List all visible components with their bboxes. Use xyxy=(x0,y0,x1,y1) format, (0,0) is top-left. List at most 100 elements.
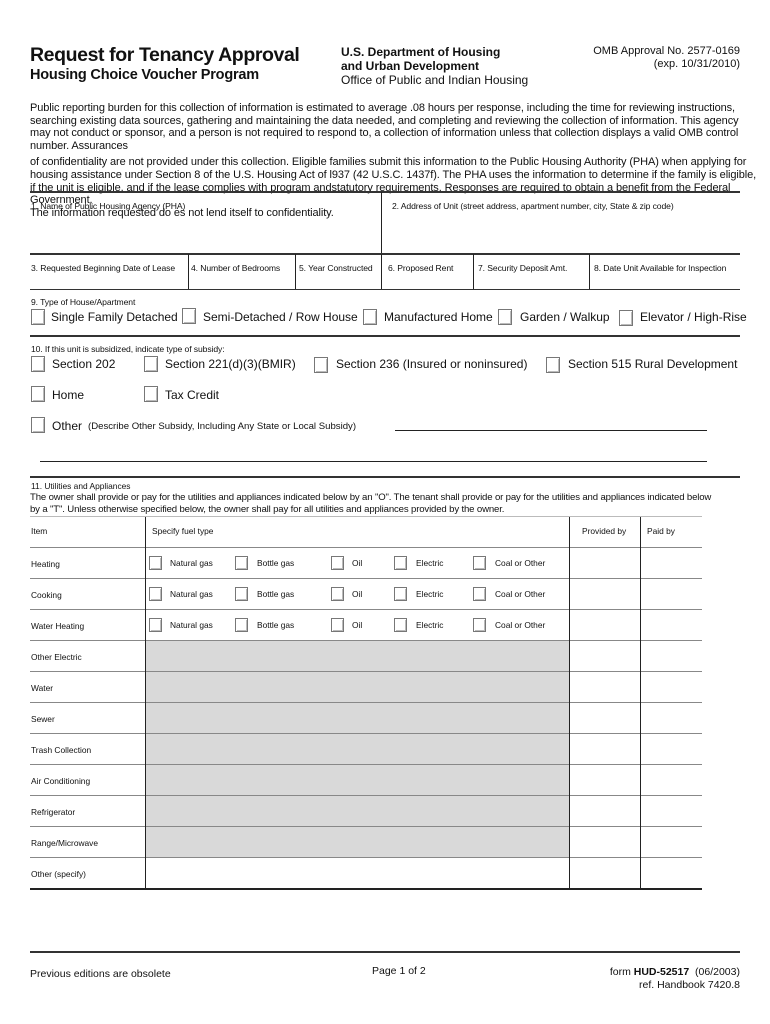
option-section-236: Section 236 (Insured or noninsured) xyxy=(336,357,528,371)
checkbox-water-heating-oil[interactable] xyxy=(331,618,344,632)
paid-by-field-cooking[interactable] xyxy=(642,581,700,608)
option-manufactured-home: Manufactured Home xyxy=(384,310,493,324)
checkbox-cooking-bottle-gas[interactable] xyxy=(235,587,248,601)
security-deposit-label: 7. Security Deposit Amt. xyxy=(478,263,568,273)
security-deposit-field[interactable] xyxy=(475,274,588,288)
table-row-divider xyxy=(30,857,702,858)
checkbox-other-subsidy[interactable] xyxy=(31,417,45,433)
provided-by-field-water-heating[interactable] xyxy=(571,612,638,639)
paid-by-field-air-conditioning[interactable] xyxy=(642,767,700,794)
pha-name-field[interactable] xyxy=(30,214,378,252)
other-specify-field[interactable] xyxy=(147,860,567,887)
paid-by-field-sewer[interactable] xyxy=(642,705,700,732)
fuel-option-bottle-gas: Bottle gas xyxy=(257,558,295,568)
checkbox-heating-coal-or-other[interactable] xyxy=(473,556,486,570)
checkbox-semi-detached[interactable] xyxy=(182,308,196,324)
row-label-trash-collection: Trash Collection xyxy=(31,745,92,755)
proposed-rent-field[interactable] xyxy=(383,274,472,288)
form-prefix: form xyxy=(609,966,634,978)
provided-by-field-water[interactable] xyxy=(571,674,638,701)
paid-by-field-heating[interactable] xyxy=(642,550,700,577)
checkbox-water-heating-natural-gas[interactable] xyxy=(149,618,162,632)
table-row-divider xyxy=(30,826,702,827)
provided-by-field-cooking[interactable] xyxy=(571,581,638,608)
provided-by-field-other-electric[interactable] xyxy=(571,643,638,670)
checkbox-section-221[interactable] xyxy=(144,356,158,372)
checkbox-water-heating-coal-or-other[interactable] xyxy=(473,618,486,632)
option-tax-credit: Tax Credit xyxy=(165,388,220,402)
checkbox-section-202[interactable] xyxy=(31,356,45,372)
bedrooms-field[interactable] xyxy=(190,274,294,288)
inspection-date-field[interactable] xyxy=(591,274,740,288)
other-subsidy-line-2 xyxy=(40,461,707,462)
paid-by-field-water[interactable] xyxy=(642,674,700,701)
paid-by-field-other-electric[interactable] xyxy=(642,643,700,670)
year-constructed-field[interactable] xyxy=(297,274,380,288)
other-subsidy-field[interactable] xyxy=(395,416,707,430)
unit-address-field[interactable] xyxy=(392,214,740,252)
row-label-range-microwave: Range/Microwave xyxy=(31,838,99,848)
house-type-label: 9. Type of House/Apartment xyxy=(31,297,136,307)
other-subsidy-description: (Describe Other Subsidy, Including Any S… xyxy=(88,421,357,432)
table-column-divider xyxy=(145,517,146,889)
paid-by-field-range-microwave[interactable] xyxy=(642,829,700,856)
checkbox-tax-credit[interactable] xyxy=(144,386,158,402)
checkbox-water-heating-bottle-gas[interactable] xyxy=(235,618,248,632)
paid-by-field-trash-collection[interactable] xyxy=(642,736,700,763)
utilities-label: 11. Utilities and Appliances xyxy=(31,481,131,491)
provided-by-field-other-specify[interactable] xyxy=(571,860,638,887)
provided-by-field-refrigerator[interactable] xyxy=(571,798,638,825)
burden-paragraph-1: Public reporting burden for this collect… xyxy=(30,102,739,152)
divider xyxy=(295,254,296,289)
burden-paragraph-2: of confidentiality are not provided unde… xyxy=(30,156,757,207)
checkbox-cooking-oil[interactable] xyxy=(331,587,344,601)
paid-by-field-other-specify[interactable] xyxy=(642,860,700,887)
fuel-option-oil: Oil xyxy=(352,558,363,568)
divider xyxy=(30,516,702,517)
table-column-divider xyxy=(569,517,570,889)
department-name-line2: and Urban Development xyxy=(341,59,480,73)
table-row-divider xyxy=(30,702,702,703)
row-label-heating: Heating xyxy=(31,559,60,569)
checkbox-heating-electric[interactable] xyxy=(394,556,407,570)
checkbox-garden-walkup[interactable] xyxy=(498,309,512,325)
provided-by-field-heating[interactable] xyxy=(571,550,638,577)
checkbox-single-family-detached[interactable] xyxy=(31,309,45,325)
form-number: HUD-52517 xyxy=(633,966,690,978)
lease-begin-field[interactable] xyxy=(30,274,186,288)
checkbox-heating-bottle-gas[interactable] xyxy=(235,556,248,570)
row-label-water: Water xyxy=(31,683,54,693)
paid-by-field-water-heating[interactable] xyxy=(642,612,700,639)
checkbox-cooking-electric[interactable] xyxy=(394,587,407,601)
checkbox-heating-natural-gas[interactable] xyxy=(149,556,162,570)
checkbox-elevator-high-rise[interactable] xyxy=(619,310,633,326)
row-label-sewer: Sewer xyxy=(31,714,55,724)
year-constructed-label: 5. Year Constructed xyxy=(299,263,373,273)
form-title: Request for Tenancy Approval xyxy=(30,44,300,66)
department-block: U.S. Department of Housing and Urban Dev… xyxy=(341,45,528,87)
paid-by-field-refrigerator[interactable] xyxy=(642,798,700,825)
checkbox-section-515[interactable] xyxy=(546,357,560,373)
checkbox-water-heating-electric[interactable] xyxy=(394,618,407,632)
column-header-fuel-type: Specify fuel type xyxy=(152,526,214,536)
lease-begin-label: 3. Requested Beginning Date of Lease xyxy=(31,263,176,273)
omb-block: OMB Approval No. 2577-0169 (exp. 10/31/2… xyxy=(593,45,740,71)
provided-by-field-trash-collection[interactable] xyxy=(571,736,638,763)
provided-by-field-sewer[interactable] xyxy=(571,705,638,732)
utilities-instructions-line1: The owner shall provide or pay for the u… xyxy=(30,492,712,503)
divider xyxy=(381,192,382,254)
checkbox-home[interactable] xyxy=(31,386,45,402)
checkbox-section-236[interactable] xyxy=(314,357,328,373)
divider xyxy=(30,476,740,478)
checkbox-cooking-coal-or-other[interactable] xyxy=(473,587,486,601)
office-name: Office of Public and Indian Housing xyxy=(341,73,529,87)
pha-name-label: 1. Name of Public Housing Agency (PHA) xyxy=(31,201,186,211)
provided-by-field-air-conditioning[interactable] xyxy=(571,767,638,794)
checkbox-manufactured-home[interactable] xyxy=(363,309,377,325)
checkbox-heating-oil[interactable] xyxy=(331,556,344,570)
form-subtitle: Housing Choice Voucher Program xyxy=(30,67,259,83)
checkbox-cooking-natural-gas[interactable] xyxy=(149,587,162,601)
row-label-other-electric: Other Electric xyxy=(31,652,82,662)
provided-by-field-range-microwave[interactable] xyxy=(571,829,638,856)
option-semi-detached: Semi-Detached / Row House xyxy=(203,310,358,324)
